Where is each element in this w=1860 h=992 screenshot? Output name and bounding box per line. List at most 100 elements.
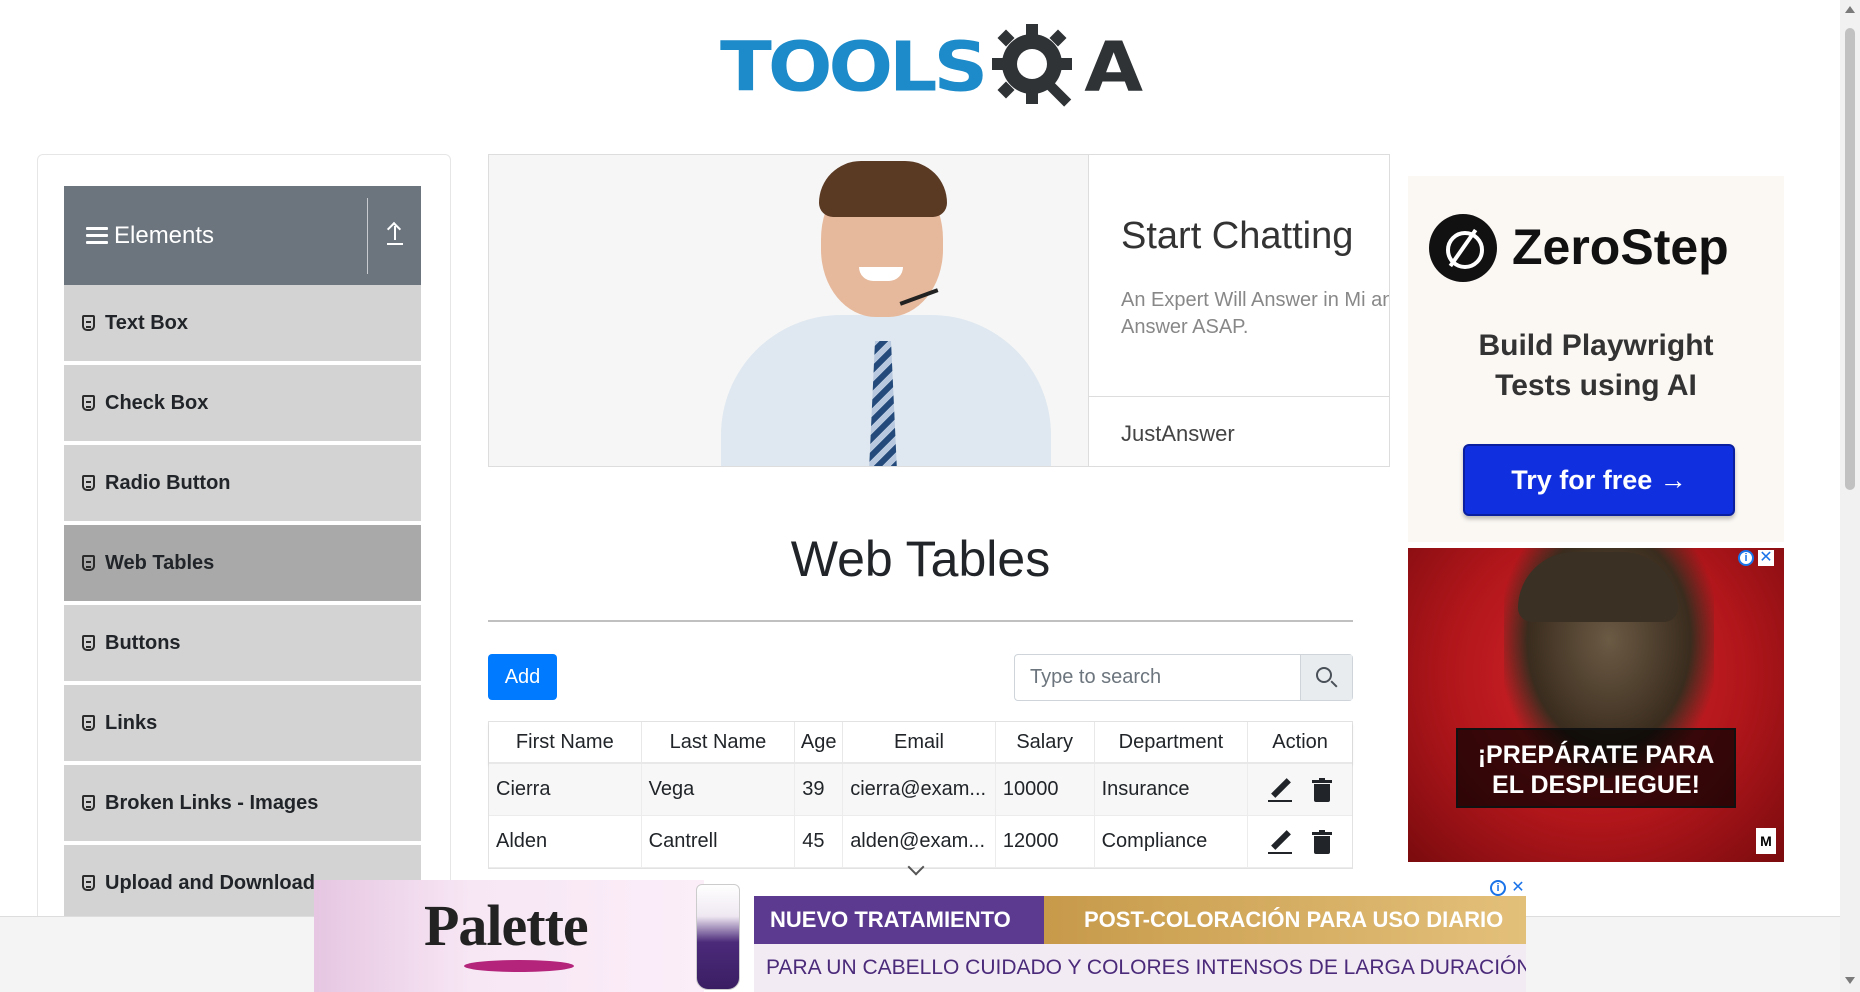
cell-last-name: Cantrell xyxy=(642,816,796,867)
sidebar-item-broken-links[interactable]: Broken Links - Images xyxy=(64,765,421,843)
group-divider xyxy=(367,198,368,274)
game-ad-headline: ¡PREPÁRATE PARA EL DESPLIEGUE! xyxy=(1456,728,1736,808)
try-for-free-button[interactable]: Try for free → xyxy=(1463,444,1735,516)
html5-icon xyxy=(82,795,95,811)
column-header-salary[interactable]: Salary xyxy=(996,722,1095,762)
sidebar-item-label: Text Box xyxy=(105,311,188,334)
sidebar-item-label: Check Box xyxy=(105,391,209,414)
cell-first-name: Alden xyxy=(489,816,642,867)
delete-trash-icon[interactable] xyxy=(1312,829,1333,854)
left-panel: Elements Text Box Check Box Radio Button… xyxy=(37,154,451,992)
palette-band-2: POST-COLORACIÓN PARA USO DIARIO xyxy=(1044,896,1526,944)
column-header-first-name[interactable]: First Name xyxy=(489,722,642,762)
menu-icon xyxy=(86,227,108,244)
right-ad-column: ZeroStep Build Playwright Tests using AI… xyxy=(1390,154,1804,894)
search-box xyxy=(1014,654,1353,701)
header: TOOLS A xyxy=(0,0,1840,130)
ad-choices: i ✕ xyxy=(1738,550,1774,566)
justanswer-ad[interactable]: Start Chatting An Expert Will Answer in … xyxy=(488,154,1390,467)
zerostep-logo-icon xyxy=(1429,214,1497,282)
ad-close-icon[interactable]: ✕ xyxy=(1758,550,1774,566)
html5-icon xyxy=(82,315,95,331)
sidebar-item-text-box[interactable]: Text Box xyxy=(64,285,421,363)
sidebar-item-buttons[interactable]: Buttons xyxy=(64,605,421,683)
zerostep-tagline-line1: Build Playwright xyxy=(1478,329,1714,362)
scroll-down-icon[interactable] xyxy=(1845,977,1855,984)
column-header-email[interactable]: Email xyxy=(843,722,996,762)
sidebar-item-label: Web Tables xyxy=(105,551,215,574)
cell-salary: 10000 xyxy=(996,764,1095,815)
column-header-action[interactable]: Action xyxy=(1248,722,1352,762)
table-header-row: First Name Last Name Age Email Salary De… xyxy=(489,722,1352,764)
palette-band-1: NUEVO TRATAMIENTO xyxy=(754,896,1044,944)
cell-department: Insurance xyxy=(1095,764,1249,815)
sidebar-item-label: Broken Links - Images xyxy=(105,791,319,814)
scroll-up-icon[interactable] xyxy=(1845,6,1855,13)
ad-info-icon[interactable]: i xyxy=(1738,550,1754,566)
ad-info-icon[interactable]: i xyxy=(1490,880,1506,896)
zerostep-tagline: Build Playwright Tests using AI xyxy=(1408,326,1784,406)
game-ad-line2: EL DESPLIEGUE! xyxy=(1492,771,1700,799)
cell-age: 39 xyxy=(795,764,844,815)
search-button[interactable] xyxy=(1300,655,1352,700)
ad-title: Start Chatting xyxy=(1121,215,1354,257)
sidebar-item-check-box[interactable]: Check Box xyxy=(64,365,421,443)
collapse-up-arrow-icon[interactable] xyxy=(382,221,408,250)
table-row: Alden Cantrell 45 alden@exam... 12000 Co… xyxy=(489,816,1352,868)
ad-description: An Expert Will Answer in Mi an Answer AS… xyxy=(1121,289,1390,338)
column-header-last-name[interactable]: Last Name xyxy=(642,722,796,762)
html5-icon xyxy=(82,635,95,651)
title-divider xyxy=(488,620,1353,622)
elements-group-header[interactable]: Elements xyxy=(64,186,421,285)
ad-brand: JustAnswer xyxy=(1121,421,1235,446)
search-input[interactable] xyxy=(1015,655,1300,700)
cell-action xyxy=(1248,816,1352,867)
zerostep-ad[interactable]: ZeroStep Build Playwright Tests using AI… xyxy=(1408,176,1784,542)
cell-email: alden@exam... xyxy=(843,816,996,867)
zerostep-name: ZeroStep xyxy=(1512,219,1729,275)
logo-a-text: A xyxy=(1084,25,1143,107)
sidebar-item-web-tables[interactable]: Web Tables xyxy=(64,525,421,603)
ad-close-icon[interactable]: ✕ xyxy=(1510,880,1526,896)
sidebar-item-label: Links xyxy=(105,711,158,734)
cell-email: cierra@exam... xyxy=(843,764,996,815)
html5-icon xyxy=(82,395,95,411)
cell-salary: 12000 xyxy=(996,816,1095,867)
page-title: Web Tables xyxy=(790,531,1051,587)
html5-icon xyxy=(82,555,95,571)
delete-trash-icon[interactable] xyxy=(1312,777,1333,802)
soldier-helmet xyxy=(1518,552,1678,622)
cell-first-name: Cierra xyxy=(489,764,642,815)
edit-pencil-icon[interactable] xyxy=(1268,777,1293,802)
page-scrollbar[interactable] xyxy=(1840,0,1860,992)
web-table: First Name Last Name Age Email Salary De… xyxy=(488,721,1353,869)
ad-person-photo xyxy=(489,155,1089,466)
column-header-age[interactable]: Age xyxy=(795,722,844,762)
html5-icon xyxy=(82,875,95,891)
sidebar-item-links[interactable]: Links xyxy=(64,685,421,763)
zerostep-tagline-line2: Tests using AI xyxy=(1495,369,1697,402)
palette-subline: PARA UN CABELLO CUIDADO Y COLORES INTENS… xyxy=(754,944,1526,992)
group-title: Elements xyxy=(114,221,215,249)
cell-department: Compliance xyxy=(1095,816,1249,867)
sidebar-item-radio-button[interactable]: Radio Button xyxy=(64,445,421,523)
product-tube-image xyxy=(696,884,740,990)
column-header-department[interactable]: Department xyxy=(1095,722,1249,762)
table-row: Cierra Vega 39 cierra@exam... 10000 Insu… xyxy=(489,764,1352,816)
html5-icon xyxy=(82,475,95,491)
edit-pencil-icon[interactable] xyxy=(1268,829,1293,854)
add-button[interactable]: Add xyxy=(488,654,557,700)
sidebar-item-label: Buttons xyxy=(105,631,181,654)
game-ad-line1: ¡PREPÁRATE PARA xyxy=(1477,741,1715,769)
palette-ad[interactable]: Palette NUEVO TRATAMIENTO POST-COLORACIÓ… xyxy=(314,880,1526,992)
cell-action xyxy=(1248,764,1352,815)
bottom-ad-choices: i ✕ xyxy=(1490,880,1526,896)
scrollbar-thumb[interactable] xyxy=(1845,28,1855,490)
cell-last-name: Vega xyxy=(642,764,796,815)
toolsqa-logo[interactable]: TOOLS A xyxy=(720,16,1143,116)
sidebar-item-label: Upload and Download xyxy=(105,871,315,894)
html5-icon xyxy=(82,715,95,731)
cell-age: 45 xyxy=(795,816,844,867)
palette-swoosh xyxy=(464,960,574,972)
game-ad[interactable]: ¡PREPÁRATE PARA EL DESPLIEGUE! i ✕ M xyxy=(1408,548,1784,862)
